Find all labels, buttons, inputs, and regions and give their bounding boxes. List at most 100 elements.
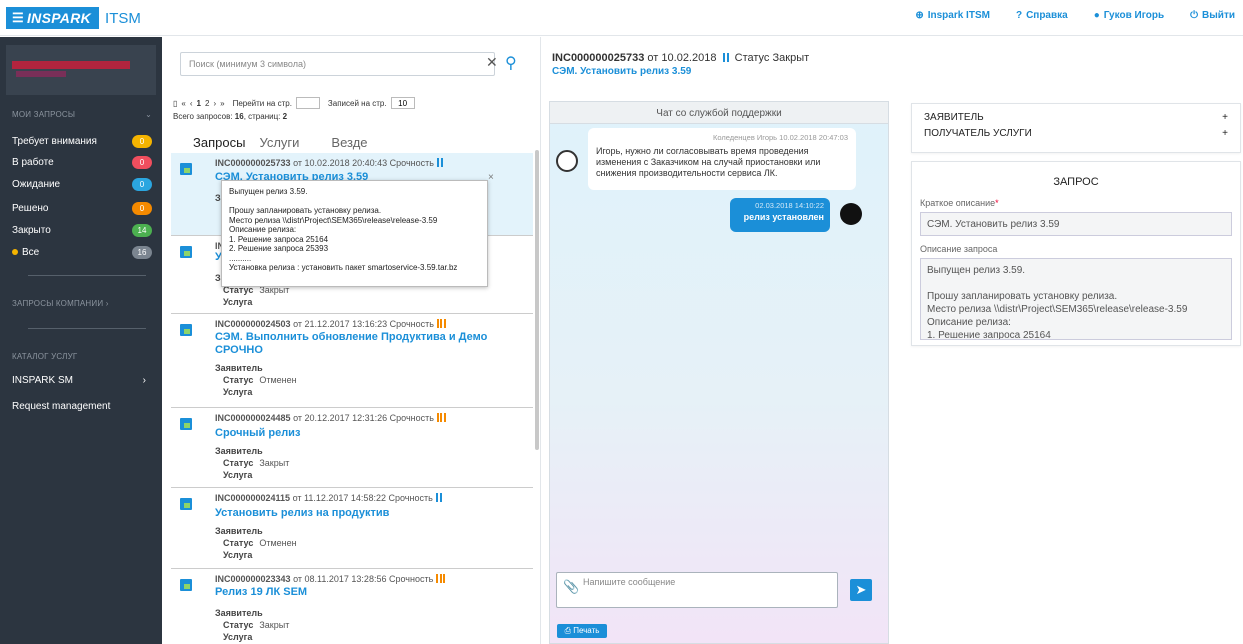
expand-icon[interactable]: + [1222,112,1228,123]
row-applicant: Заявитель [215,446,263,456]
row-status: Статус Закрыт [223,458,290,468]
print-button[interactable]: ⎙ Печать [557,624,607,638]
desc-field[interactable]: Выпущен релиз 3.59. Прошу запланировать … [920,258,1232,340]
sidebar-item-resolved[interactable]: Решено 0 [12,202,152,215]
priority-icon [436,158,443,167]
row-header: INC000000023343 от 08.11.2017 13:28:56 С… [215,574,446,584]
request-icon [180,324,192,336]
table-row[interactable]: INC000000024485 от 20.12.2017 12:31:26 С… [171,408,533,488]
search-icon[interactable]: ⚲ [505,53,517,73]
company-logo [6,45,156,95]
first-page[interactable]: « [181,99,185,108]
prev-page[interactable]: ‹ [190,99,193,108]
sidebar-item-inspark-sm[interactable]: INSPARK SM › [12,375,152,386]
per-page-label: Записей на стр. [327,98,387,108]
section-my-requests[interactable]: МОИ ЗАПРОСЫ ⌄ [12,110,152,119]
row-title[interactable]: Установить релиз на продуктив [215,507,389,520]
top-nav: ⊕ Inspark ITSM ? Справка ● Гуков Игорь ⏻ Вый… [915,10,1235,21]
row-status: Статус Отменен [223,375,297,385]
desc-label: Описание запроса [920,244,998,254]
sidebar-item-request-management[interactable]: Request management [12,401,152,412]
section-catalog: КАТАЛОГ УСЛУГ [12,352,78,361]
short-desc-field[interactable]: СЭМ. Установить релиз 3.59 [920,212,1232,236]
section-company-requests[interactable]: ЗАПРОСЫ КОМПАНИИ › [12,299,109,308]
row-status: Статус Отменен [223,538,297,548]
search-input[interactable]: Поиск (минимум 3 символа) [180,52,495,76]
clear-icon[interactable]: ✕ [486,54,498,71]
nav-logout[interactable]: ⏻ Выйти [1190,10,1235,21]
last-page[interactable]: » [220,99,224,108]
logo[interactable]: ☰ INSPARK ITSM [6,6,149,30]
send-button[interactable]: ➤ [850,579,872,601]
message-input[interactable]: 📎 Напишите сообщение [556,572,838,608]
pagination: ▯ « ‹ 1 2 › » Перейти на стр. Записей на… [173,97,415,109]
chevron-down-icon: ⌄ [145,110,152,119]
priority-icon [435,493,442,502]
parties-box: ЗАЯВИТЕЛЬ + ПОЛУЧАТЕЛЬ УСЛУГИ + [911,103,1241,153]
applicant-section[interactable]: ЗАЯВИТЕЛЬ + [912,112,1240,123]
count-badge: 0 [132,178,152,191]
nav-user[interactable]: ● Гуков Игорь [1094,10,1164,21]
request-form: ЗАПРОС Краткое описание* СЭМ. Установить… [911,161,1241,346]
nav-help[interactable]: ? Справка [1016,10,1068,21]
list-tabs: Запросы Услуги Везде [193,135,368,150]
sidebar-item-attention[interactable]: Требует внимания 0 [12,135,152,148]
tab-services[interactable]: Услуги [259,135,299,150]
page-2[interactable]: 2 [205,99,209,108]
sidebar-item-all[interactable]: Все 16 [12,246,152,259]
count-badge: 14 [132,224,152,237]
per-page-input[interactable] [390,97,415,109]
message-text: релиз установлен [743,212,824,222]
row-service: Услуга [223,632,253,642]
next-page[interactable]: › [213,99,216,108]
active-dot-icon [12,249,18,255]
goto-page-input[interactable] [295,97,320,109]
count-badge: 0 [132,135,152,148]
table-row[interactable]: INC000000023343 от 08.11.2017 13:28:56 С… [171,569,533,644]
sidebar-item-waiting[interactable]: Ожидание 0 [12,178,152,191]
count-badge: 0 [132,202,152,215]
globe-icon: ⊕ [915,10,924,21]
sidebar-item-closed[interactable]: Закрыто 14 [12,224,152,237]
user-icon: ● [1093,10,1100,21]
row-title[interactable]: Релиз 19 ЛК SEM [215,586,307,599]
tab-everywhere[interactable]: Везде [331,135,367,150]
sidebar-item-in-work[interactable]: В работе 0 [12,156,152,169]
divider [28,275,146,276]
outgoing-message: 02.03.2018 14:10:22 релиз установлен [730,198,830,232]
help-icon: ? [1015,10,1023,21]
recipient-section[interactable]: ПОЛУЧАТЕЛЬ УСЛУГИ + [912,128,1240,139]
nav-inspark-itsm[interactable]: ⊕ Inspark ITSM [915,10,990,21]
expand-icon[interactable]: + [1222,128,1228,139]
row-header: INC000000024485 от 20.12.2017 12:31:26 С… [215,413,446,423]
row-title[interactable]: Срочный релиз [215,427,300,440]
table-row[interactable]: INC000000024115 от 11.12.2017 14:58:22 С… [171,488,533,569]
row-service: Услуга [223,550,253,560]
row-service: Услуга [223,297,253,307]
row-service: Услуга [223,470,253,480]
top-bar: ☰ INSPARK ITSM ⊕ Inspark ITSM ? Справка ● Гу… [0,0,1243,36]
list-scrollbar[interactable] [535,150,539,450]
goto-label: Перейти на стр. [232,98,292,108]
logo-brand: ☰ INSPARK [6,7,100,29]
incoming-message: Коледенцев Игорь 10.02.2018 20:47:03 Иго… [588,128,856,190]
export-icon[interactable]: ▯ [173,99,177,108]
message-meta: Коледенцев Игорь 10.02.2018 20:47:03 [712,133,848,142]
priority-icon [436,319,446,328]
attach-icon[interactable]: 📎 [563,579,579,595]
row-applicant: Заявитель [215,526,263,536]
chat-title: Чат со службой поддержки [550,102,888,124]
close-icon[interactable]: × [488,172,494,183]
row-title[interactable]: СЭМ. Выполнить обновление Продуктива и Д… [215,331,515,357]
priority-icon [436,413,446,422]
page-1[interactable]: 1 [197,99,201,108]
row-header: INC000000024115 от 11.12.2017 14:58:22 С… [215,493,442,503]
short-desc-label: Краткое описание* [920,198,999,208]
row-header: INC000000025733 от 10.02.2018 20:40:43 С… [215,158,443,168]
message-text: Игорь, нужно ли согласовывать время пров… [596,146,821,178]
table-row[interactable]: INC000000024503 от 21.12.2017 13:16:23 С… [171,314,533,408]
tab-requests[interactable]: Запросы [193,135,245,150]
totals: Всего запросов: 16, страниц: 2 [173,112,288,121]
request-icon [180,246,192,258]
support-avatar-icon [556,150,578,172]
